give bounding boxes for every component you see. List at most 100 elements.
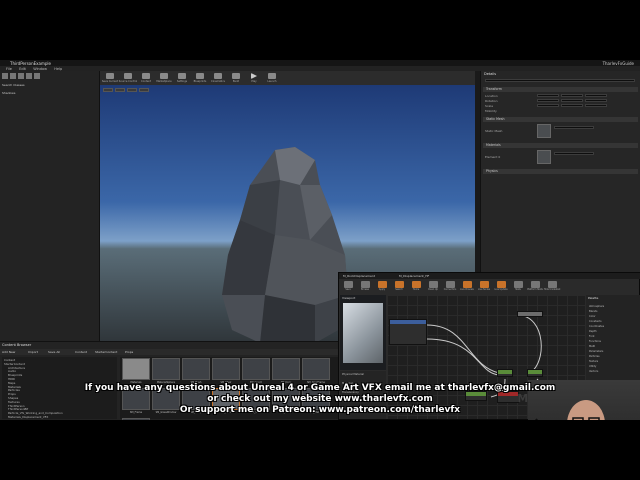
geometry-mode-icon[interactable] bbox=[34, 73, 40, 79]
marketplace-button[interactable]: Marketplace bbox=[156, 72, 172, 85]
location-y-field[interactable] bbox=[561, 94, 583, 97]
perspective-button[interactable] bbox=[115, 88, 125, 92]
location-x-field[interactable] bbox=[537, 94, 559, 97]
material-toolbar-button[interactable]: Live Preview bbox=[460, 281, 474, 292]
import-button[interactable]: Import bbox=[28, 350, 38, 354]
material-picker[interactable] bbox=[554, 152, 594, 155]
physics-section[interactable]: Physics bbox=[483, 169, 638, 174]
palette-item[interactable]: Coordinates bbox=[589, 325, 604, 328]
material-toolbar-button[interactable]: Live Update bbox=[494, 281, 508, 292]
material-toolbar-button[interactable]: Browse bbox=[358, 281, 372, 292]
material-prop-section[interactable]: Physical Material bbox=[342, 373, 364, 376]
modes-panel: Search Classes Shadows bbox=[0, 71, 100, 341]
place-mode-icon[interactable] bbox=[2, 73, 8, 79]
transform-section[interactable]: Transform bbox=[483, 87, 638, 92]
build-icon bbox=[232, 72, 240, 79]
details-search-input[interactable] bbox=[485, 79, 635, 82]
material-toolbar-button[interactable]: Clean Up bbox=[426, 281, 440, 292]
scale-y-field[interactable] bbox=[561, 104, 583, 107]
material-preview[interactable]: Viewport bbox=[340, 295, 386, 370]
foliage-mode-icon[interactable] bbox=[26, 73, 32, 79]
static-mesh-thumbnail[interactable] bbox=[537, 124, 551, 138]
static-mesh-picker[interactable] bbox=[554, 126, 594, 129]
material-toolbar-button[interactable]: Live Nodes bbox=[477, 281, 491, 292]
save-button[interactable]: Save Current bbox=[102, 72, 118, 85]
add-new-button[interactable]: Add New bbox=[2, 350, 15, 354]
add-node[interactable] bbox=[527, 369, 543, 377]
scale-x-field[interactable] bbox=[537, 104, 559, 107]
build-button[interactable]: Build bbox=[228, 72, 244, 85]
modes-item[interactable]: Shadows bbox=[2, 91, 15, 95]
tab-material-2[interactable]: M_Displacement_HF bbox=[399, 274, 429, 278]
material-toolbar-button[interactable]: Stats bbox=[511, 281, 525, 292]
material-toolbar-button[interactable]: Home bbox=[409, 281, 423, 292]
multiply-node[interactable] bbox=[497, 369, 513, 377]
preview-title: Viewport bbox=[342, 296, 356, 300]
launch-icon bbox=[268, 72, 276, 79]
rotation-y-field[interactable] bbox=[561, 99, 583, 102]
toolbar-label: Live Update bbox=[494, 288, 508, 291]
palette-item[interactable]: Constants bbox=[589, 320, 602, 323]
breadcrumb-startercontent[interactable]: StarterContent bbox=[95, 350, 117, 354]
settings-button[interactable]: Settings bbox=[174, 72, 190, 85]
static-mesh-label: Static Mesh bbox=[485, 129, 503, 133]
material-toolbar-button[interactable]: Connectors bbox=[443, 281, 457, 292]
palette-item[interactable]: Atmosphere bbox=[589, 305, 604, 308]
material-toolbar-button[interactable]: Apply bbox=[375, 281, 389, 292]
palette-item[interactable]: Depth bbox=[589, 330, 597, 333]
palette-item[interactable]: Parameters bbox=[589, 350, 603, 353]
rock-mesh[interactable] bbox=[220, 145, 350, 345]
paint-mode-icon[interactable] bbox=[10, 73, 16, 79]
breadcrumb-content[interactable]: Content bbox=[75, 350, 87, 354]
texture-sample-node[interactable] bbox=[389, 319, 427, 345]
scale-label: Scale bbox=[485, 104, 494, 108]
palette-item[interactable]: Color bbox=[589, 315, 596, 318]
toolbar-icon bbox=[411, 281, 421, 288]
preview-mesh[interactable] bbox=[343, 303, 383, 363]
result-node[interactable] bbox=[517, 311, 543, 317]
palette-item[interactable]: Functions bbox=[589, 340, 601, 343]
material-toolbar-button[interactable]: Hide Unrelated bbox=[544, 281, 560, 292]
landscape-mode-icon[interactable] bbox=[18, 73, 24, 79]
rotation-z-field[interactable] bbox=[585, 99, 607, 102]
breadcrumb-props[interactable]: Props bbox=[125, 350, 133, 354]
material-toolbar-button[interactable]: Save bbox=[341, 281, 355, 292]
toolbar-icon bbox=[360, 281, 370, 288]
gear-icon bbox=[178, 72, 186, 79]
material-thumbnail[interactable] bbox=[537, 150, 551, 164]
material-toolbar-button[interactable]: Platform Stats bbox=[527, 281, 543, 292]
asset-thumbnail bbox=[122, 418, 150, 420]
asset-tile[interactable]: SM_TableRound bbox=[122, 418, 150, 420]
toolbar-icon bbox=[547, 281, 557, 288]
source-control-button[interactable]: Source Control bbox=[119, 72, 137, 85]
blueprints-button[interactable]: Blueprints bbox=[192, 72, 208, 85]
lit-button[interactable] bbox=[127, 88, 137, 92]
static-mesh-section[interactable]: Static Mesh bbox=[483, 117, 638, 122]
show-button[interactable] bbox=[139, 88, 149, 92]
launch-button[interactable]: Launch bbox=[264, 72, 280, 85]
palette-item[interactable]: Vectors bbox=[589, 370, 598, 373]
play-button[interactable]: Play bbox=[246, 72, 262, 85]
palette-item[interactable]: Utility bbox=[589, 365, 596, 368]
viewport-toolbar bbox=[103, 88, 149, 92]
search-classes-label[interactable]: Search Classes bbox=[2, 83, 25, 87]
rotation-x-field[interactable] bbox=[537, 99, 559, 102]
location-z-field[interactable] bbox=[585, 94, 607, 97]
palette-item[interactable]: Math bbox=[589, 345, 595, 348]
materials-section[interactable]: Materials bbox=[483, 143, 638, 148]
marketplace-icon bbox=[160, 72, 168, 79]
palette-item[interactable]: Blends bbox=[589, 310, 597, 313]
cinematics-button[interactable]: Cinematics bbox=[210, 72, 226, 85]
mode-icons bbox=[2, 73, 40, 79]
scale-z-field[interactable] bbox=[585, 104, 607, 107]
material-toolbar-button[interactable]: Search bbox=[392, 281, 406, 292]
tab-material[interactable]: M_RockDisplacement bbox=[343, 274, 375, 278]
palette-item[interactable]: Particles bbox=[589, 355, 600, 358]
viewport-options-button[interactable] bbox=[103, 88, 113, 92]
toolbar-label: Live Preview bbox=[460, 288, 474, 291]
palette-item[interactable]: Texture bbox=[589, 360, 598, 363]
content-button[interactable]: Content bbox=[138, 72, 154, 85]
save-all-button[interactable]: Save All bbox=[48, 350, 60, 354]
caption-line-1: If you have any questions about Unreal 4… bbox=[84, 383, 556, 393]
palette-item[interactable]: Font bbox=[589, 335, 594, 338]
